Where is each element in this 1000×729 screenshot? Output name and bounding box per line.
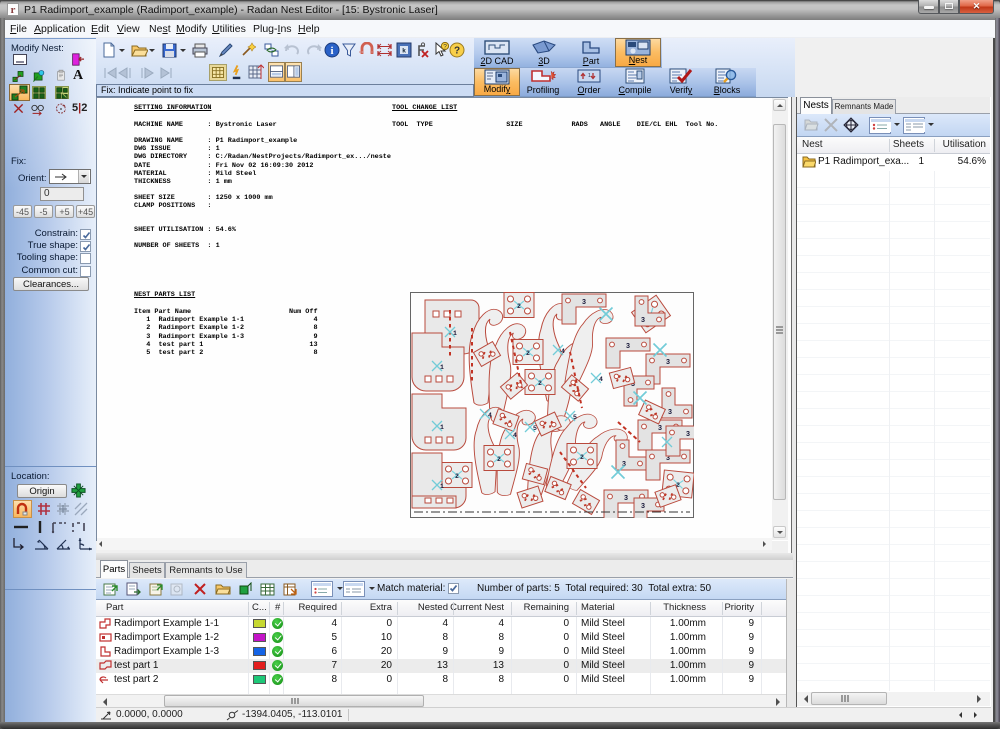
svg-text:4: 4	[561, 348, 565, 355]
svg-text:?: ?	[443, 44, 447, 51]
svg-text:4: 4	[488, 412, 492, 419]
svg-text:?: ?	[454, 46, 460, 57]
svg-text:k: k	[402, 48, 406, 55]
svg-text:5: 5	[533, 425, 537, 432]
svg-text:4: 4	[599, 376, 603, 383]
svg-text:1: 1	[440, 424, 444, 431]
svg-text:1: 1	[440, 483, 444, 490]
svg-text:i: i	[330, 45, 333, 57]
svg-text:4: 4	[513, 432, 517, 439]
svg-text:1: 1	[588, 73, 591, 79]
svg-text:5: 5	[573, 414, 577, 421]
svg-text:1: 1	[453, 330, 457, 337]
svg-text:1: 1	[440, 364, 444, 371]
